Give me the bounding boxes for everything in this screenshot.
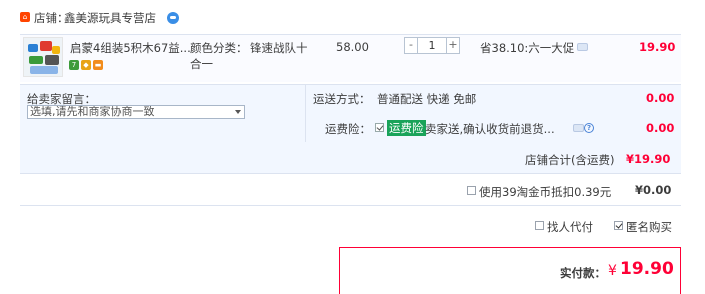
message-placeholder: 选填,请先和商家协商一致 [30, 105, 155, 118]
sku-label: 颜色分类： [190, 41, 248, 55]
taojinbi-text: 使用39淘金币抵扣0.39元 [479, 185, 612, 199]
payment-currency: ¥ [608, 263, 617, 279]
proxy-pay-label[interactable]: 找人代付 [547, 219, 593, 235]
wangwang-chat-icon[interactable] [167, 12, 179, 24]
sku-value-cont: 合一 [190, 57, 213, 71]
qty-minus-button[interactable]: - [405, 38, 418, 53]
insurance-label: 运费险： [325, 122, 371, 136]
qty-input[interactable]: 1 [419, 38, 445, 53]
shop-name-link[interactable]: 鑫美源玩具专营店 [64, 10, 156, 26]
shop-subtotal-label: 店铺合计(含运费) [525, 153, 615, 167]
sku-value: 锋速战队十 [250, 41, 308, 55]
shop-subtotal-value: ¥19.90 [626, 152, 671, 166]
insurance-note-icon[interactable] [573, 124, 584, 132]
proxy-pay-checkbox[interactable] [535, 221, 544, 230]
item-subtotal: 19.90 [639, 40, 676, 54]
promo-note-icon[interactable] [577, 43, 588, 51]
qty-plus-button[interactable]: + [446, 38, 459, 53]
taojinbi-value: ¥0.00 [635, 183, 672, 197]
shipping-label: 运送方式： [313, 92, 371, 106]
insurance-highlight: 运费险 [387, 120, 426, 136]
payment-total: 19.90 [620, 259, 674, 279]
insurance-checkbox[interactable] [375, 123, 384, 132]
anonymous-label[interactable]: 匿名购买 [626, 219, 672, 235]
shop-icon: ⌂ [20, 12, 30, 22]
badge-shield-icon: ◆ [81, 60, 91, 70]
promotion-text: 省38.10:六一大促 [480, 41, 575, 55]
insurance-description: 卖家送,确认收货前退货... [425, 122, 555, 136]
item-title-link[interactable]: 启蒙4组装5积木67益... [70, 40, 191, 56]
badge-7-day-return-icon: 7 [69, 60, 79, 70]
panel-divider [305, 84, 306, 142]
payment-label: 实付款： [560, 266, 606, 280]
seller-message-input[interactable]: 选填,请先和商家协商一致 [27, 105, 245, 119]
insurance-fee: 0.00 [646, 121, 675, 135]
quantity-stepper: - 1 + [404, 37, 460, 54]
badge-card-icon: ▬ [93, 60, 103, 70]
shipping-method: 普通配送 快递 免邮 [377, 92, 477, 106]
dropdown-arrow-icon [235, 110, 241, 114]
taojinbi-checkbox[interactable] [467, 186, 476, 195]
unit-price: 58.00 [336, 40, 369, 54]
product-thumbnail[interactable] [23, 37, 63, 77]
shipping-fee: 0.00 [646, 91, 675, 105]
help-icon[interactable]: ? [584, 123, 594, 133]
anonymous-checkbox[interactable] [614, 221, 623, 230]
